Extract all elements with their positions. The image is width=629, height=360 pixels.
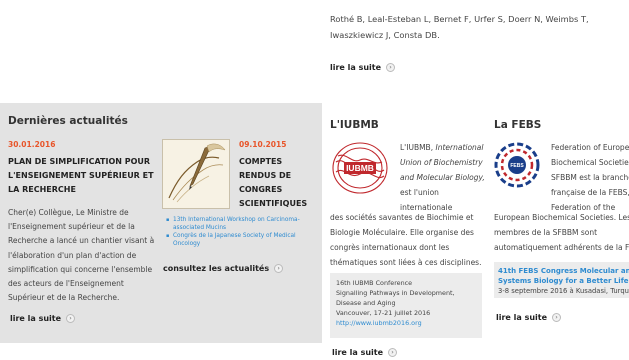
news-links-list: 13th International Workshop on Carcinoma…	[166, 216, 316, 248]
arrow-right-icon: ›	[386, 63, 396, 72]
febs-intro-line: SFBBM est la branche	[551, 173, 629, 182]
arrow-right-icon: ›	[66, 314, 76, 323]
congress-date: 3-8 septembre 2016 à Kusadasi, Turquie	[498, 287, 629, 295]
news-panel: Dernières actualités 30.01.2016 PLAN DE …	[0, 103, 322, 343]
read-more-label: lire la suite	[496, 313, 548, 322]
febs-intro-line: Federation of Europea	[551, 143, 629, 152]
febs-body-line: automatiquement adhérents de la FEB	[494, 243, 629, 252]
top-article-read-more[interactable]: lire la suite ›	[330, 63, 396, 72]
iubmb-logo-text: IUBMB	[346, 163, 374, 173]
conference-line: Signalling Pathways in Development, Dise…	[336, 289, 455, 307]
iubmb-logo: IUBMB	[330, 140, 390, 196]
consult-label: consultez les actualités	[163, 264, 270, 273]
iubmb-intro-rest: est l'union internationale	[400, 188, 453, 212]
iubmb-intro: L'IUBMB, International Union of Biochemi…	[400, 140, 490, 215]
news-body-1: Cher(e) Collègue, Le Ministre de l'Ensei…	[8, 208, 155, 303]
iubmb-intro-plain: L'IUBMB,	[400, 143, 434, 152]
congress-title-link[interactable]: 41th FEBS Congress Molecular and Systems…	[498, 266, 629, 286]
news-heading: Dernières actualités	[8, 115, 128, 127]
iubmb-conference-box: 16th IUBMB Conference Signalling Pathway…	[330, 273, 482, 338]
read-more-label: lire la suite	[332, 348, 384, 357]
conference-line: 16th IUBMB Conference	[336, 279, 413, 287]
arrow-right-icon: ›	[552, 313, 562, 322]
news-date-1: 30.01.2016	[8, 140, 56, 149]
news-title-2[interactable]: COMPTES RENDUS DE CONGRES SCIENTIFIQUES	[239, 155, 319, 211]
read-more-label: lire la suite	[330, 63, 382, 72]
news-read-more[interactable]: lire la suite ›	[10, 314, 76, 323]
iubmb-title: L'IUBMB	[330, 119, 379, 131]
congress-title-line: Systems Biology for a Better Life	[498, 277, 629, 285]
news-link-item[interactable]: Congrès de la Japanese Society of Medica…	[166, 232, 316, 248]
consult-news-link[interactable]: consultez les actualités ›	[163, 264, 284, 273]
febs-body: European Biochemical Societies. Les memb…	[494, 210, 629, 255]
febs-logo: FEBS	[494, 140, 540, 190]
febs-read-more[interactable]: lire la suite ›	[496, 313, 562, 322]
febs-intro: Federation of Europea Biochemical Societ…	[551, 140, 629, 215]
arrow-right-icon: ›	[274, 264, 284, 273]
febs-intro-line: Biochemical Societies.	[551, 158, 629, 167]
iubmb-body: des sociétés savantes de Biochimie et Bi…	[330, 213, 482, 267]
febs-body-line: membres de la SFBBM sont	[494, 228, 598, 237]
arrow-right-icon: ›	[388, 348, 398, 357]
febs-body-line: European Biochemical Societies. Les	[494, 213, 629, 222]
conference-link[interactable]: http://www.iubmb2016.org	[336, 319, 422, 327]
febs-intro-line: française de la FEBS,	[551, 188, 629, 197]
febs-logo-text: FEBS	[510, 163, 524, 169]
conference-line: Vancouver, 17-21 juillet 2016	[336, 309, 431, 317]
news-date-2: 09.10.2015	[239, 140, 287, 149]
iubmb-read-more[interactable]: lire la suite ›	[332, 348, 398, 357]
congress-title-line: 41th FEBS Congress Molecular and	[498, 267, 629, 275]
febs-title: La FEBS	[494, 119, 542, 131]
read-more-label: lire la suite	[10, 314, 62, 323]
top-article-authors: Rothé B, Leal-Esteban L, Bernet F, Urfer…	[330, 14, 589, 40]
news-title-1[interactable]: PLAN DE SIMPLIFICATION POUR L'ENSEIGNEME…	[8, 155, 160, 197]
news-thumbnail-image[interactable]	[162, 139, 230, 209]
news-link-item[interactable]: 13th International Workshop on Carcinoma…	[166, 216, 316, 232]
febs-congress-box: 41th FEBS Congress Molecular and Systems…	[494, 262, 629, 298]
